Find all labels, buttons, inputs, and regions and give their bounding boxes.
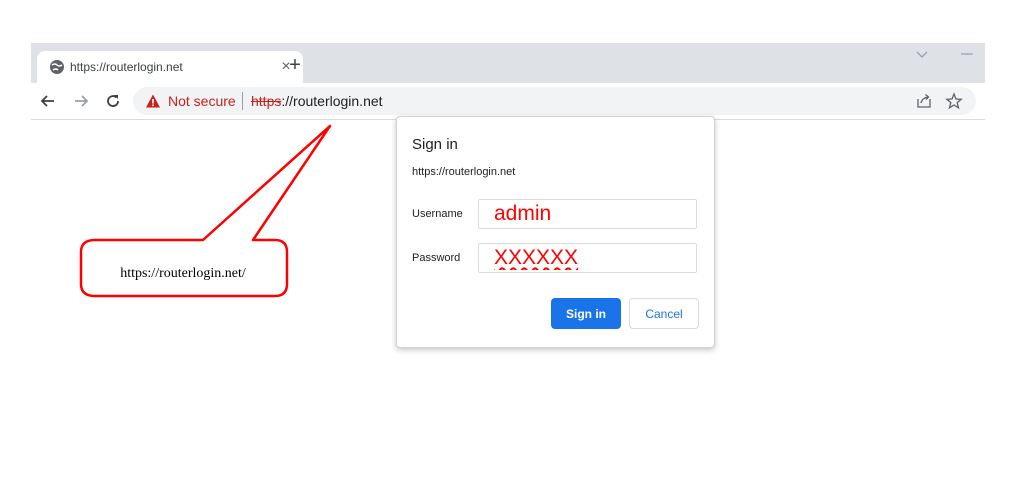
reload-icon[interactable] (104, 92, 122, 110)
back-arrow-icon[interactable] (39, 92, 57, 110)
browser-window: https://routerlogin.net × + Not secure h… (31, 43, 985, 120)
forward-arrow-icon[interactable] (72, 92, 90, 110)
minimize-icon[interactable] (960, 49, 974, 59)
url-divider (242, 92, 243, 110)
security-status[interactable]: Not secure (168, 93, 236, 109)
url-host: ://routerlogin.net (281, 93, 383, 109)
share-icon[interactable] (916, 93, 932, 109)
url-text[interactable]: https://routerlogin.net (251, 93, 383, 109)
browser-tab[interactable]: https://routerlogin.net × (37, 51, 303, 83)
password-label: Password (412, 252, 461, 264)
new-tab-icon[interactable]: + (284, 54, 306, 76)
url-scheme: https (251, 93, 282, 109)
password-input[interactable] (478, 243, 697, 273)
username-label: Username (412, 208, 463, 220)
sign-in-dialog: Sign in https://routerlogin.net Username… (396, 116, 715, 348)
dialog-origin: https://routerlogin.net (412, 166, 516, 178)
tab-strip: https://routerlogin.net × + (31, 43, 985, 83)
cancel-button[interactable]: Cancel (629, 298, 699, 329)
username-input[interactable] (478, 199, 697, 229)
toolbar: Not secure https://routerlogin.net (31, 83, 985, 120)
tab-title: https://routerlogin.net (70, 60, 183, 74)
warning-icon (146, 94, 160, 108)
sign-in-button[interactable]: Sign in (551, 298, 621, 329)
dialog-title: Sign in (412, 136, 458, 153)
chevron-down-icon[interactable] (914, 48, 930, 62)
callout-text: https://routerlogin.net/ (120, 266, 246, 281)
globe-icon (50, 60, 64, 74)
bookmark-star-icon[interactable] (945, 92, 963, 110)
address-bar[interactable]: Not secure https://routerlogin.net (133, 87, 976, 115)
